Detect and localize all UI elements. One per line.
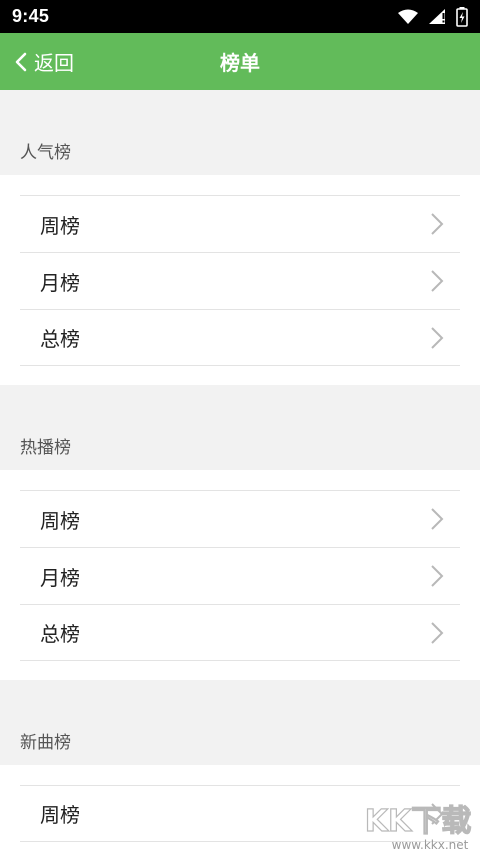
list-item-label: 周榜 <box>40 803 80 827</box>
list-item[interactable]: 周榜 <box>20 195 460 252</box>
list: 周榜 月榜 总榜 <box>0 470 480 680</box>
chevron-right-icon <box>430 326 444 350</box>
back-label: 返回 <box>34 51 74 75</box>
list-item-label: 总榜 <box>40 622 80 646</box>
section-title: 人气榜 <box>20 143 71 163</box>
chevron-left-icon <box>14 50 32 74</box>
list-item-label: 月榜 <box>40 270 80 295</box>
list-item[interactable]: 月榜 <box>20 547 460 604</box>
nav-bar: 返回 榜单 <box>0 33 480 90</box>
battery-charging-icon <box>456 6 468 27</box>
list-item[interactable]: 总榜 <box>20 309 460 366</box>
section-title: 热播榜 <box>20 438 71 458</box>
list-item[interactable]: 总榜 <box>20 604 460 661</box>
status-icons <box>398 6 468 27</box>
list-item-label: 周榜 <box>40 508 80 533</box>
chevron-right-icon <box>430 564 444 588</box>
list-item-label: 周榜 <box>40 213 80 238</box>
list: 周榜 月榜 总榜 <box>0 175 480 385</box>
list-item-label: 月榜 <box>40 565 80 590</box>
chevron-right-icon <box>430 802 444 826</box>
status-bar: 9:45 <box>0 0 480 33</box>
section-header: 新曲榜 <box>0 680 480 765</box>
chevron-right-icon <box>430 507 444 531</box>
list-item[interactable]: 周榜 <box>20 490 460 547</box>
list-item[interactable]: 周榜 <box>20 785 460 842</box>
signal-icon <box>428 8 446 25</box>
chevron-right-icon <box>430 212 444 236</box>
chevron-right-icon <box>430 269 444 293</box>
list-item-label: 总榜 <box>40 327 80 351</box>
section-title: 新曲榜 <box>20 733 71 753</box>
wifi-icon <box>398 9 418 25</box>
list-item[interactable]: 月榜 <box>20 252 460 309</box>
status-time: 9:45 <box>12 6 50 26</box>
list: 周榜 <box>0 765 480 853</box>
chevron-right-icon <box>430 621 444 645</box>
screen: 9:45 返回 榜单 人气榜 周榜 月榜 总榜 热播榜 周榜 月榜 总榜 新曲榜… <box>0 0 480 853</box>
back-button[interactable]: 返回 <box>0 33 74 90</box>
section-header: 热播榜 <box>0 385 480 470</box>
section-header: 人气榜 <box>0 90 480 175</box>
